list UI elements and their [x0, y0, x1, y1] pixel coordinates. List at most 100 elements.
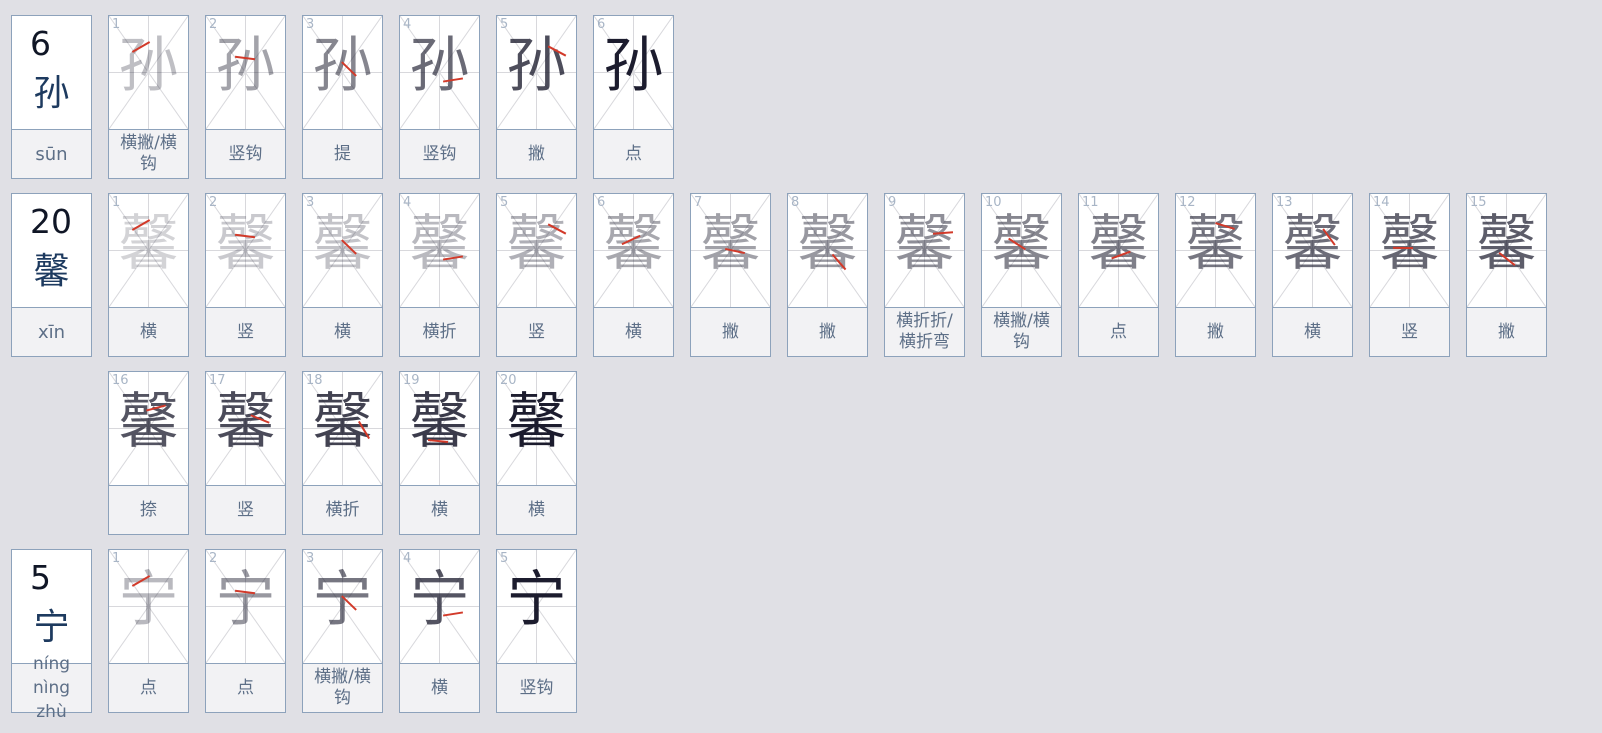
- step-number: 3: [306, 17, 315, 32]
- stroke-name-label: 撇: [1207, 321, 1224, 342]
- step-number: 5: [500, 551, 509, 566]
- partial-character-glyph: 馨: [118, 209, 179, 279]
- stroke-diagram: 7馨: [691, 194, 770, 308]
- step-number: 5: [500, 195, 509, 210]
- stroke-diagram: 19 馨: [400, 372, 479, 486]
- partial-character-glyph: 孙: [603, 31, 664, 101]
- partial-character-glyph: 馨: [506, 387, 567, 457]
- partial-character-glyph: 馨: [118, 387, 179, 457]
- stroke-diagram: 16 馨: [109, 372, 188, 486]
- step-number: 3: [306, 551, 315, 566]
- stroke-diagram: 1馨: [109, 194, 188, 308]
- partial-character-glyph: 馨: [215, 387, 276, 457]
- step-number: 1: [112, 551, 121, 566]
- stroke-name-label: 竖钩: [228, 143, 263, 164]
- stroke-step-card: 3 宁横撇/横钩: [302, 549, 383, 713]
- partial-character-glyph: 馨: [1379, 209, 1440, 279]
- stroke-name-label: 横: [431, 499, 448, 520]
- stroke-name-label: 横: [528, 499, 545, 520]
- stroke-step-card: 2宁点: [205, 549, 286, 713]
- stroke-diagram: 11 馨: [1079, 194, 1158, 308]
- stroke-step-card: 3馨横: [302, 193, 383, 357]
- stroke-diagram: 5馨: [497, 194, 576, 308]
- partial-character-glyph: 馨: [603, 209, 664, 279]
- stroke-name-label: 竖: [237, 321, 254, 342]
- stroke-count: 6: [30, 24, 51, 63]
- stroke-step-card: 2 孙竖钩: [205, 15, 286, 179]
- step-number: 1: [112, 17, 121, 32]
- stroke-diagram: 5宁: [497, 550, 576, 664]
- stroke-step-card: 17 馨竖: [205, 371, 286, 535]
- stroke-name-label: 竖: [237, 499, 254, 520]
- step-number: 12: [1179, 195, 1196, 210]
- partial-character-glyph: 馨: [991, 209, 1052, 279]
- current-stroke-mark: [1392, 246, 1414, 250]
- stroke-step-card: 3孙提: [302, 15, 383, 179]
- step-number: 2: [209, 551, 218, 566]
- stroke-name-label: 竖钩: [519, 677, 554, 698]
- stroke-name-label: 横折: [325, 499, 360, 520]
- stroke-name-label: 横: [1304, 321, 1321, 342]
- stroke-name-label: 横: [334, 321, 351, 342]
- step-number: 13: [1276, 195, 1293, 210]
- stroke-step-card: 13 馨横: [1272, 193, 1353, 357]
- partial-character-glyph: 馨: [506, 209, 567, 279]
- stroke-name-label: 撇: [528, 143, 545, 164]
- step-number: 14: [1373, 195, 1390, 210]
- step-number: 4: [403, 17, 412, 32]
- stroke-name-label: 点: [237, 677, 254, 698]
- stroke-diagram: 6孙: [594, 16, 673, 130]
- partial-character-glyph: 馨: [215, 209, 276, 279]
- stroke-step-card: 10 馨横撇/横钩: [981, 193, 1062, 357]
- stroke-step-card: 5孙撇: [496, 15, 577, 179]
- stroke-name-label: 提: [334, 143, 351, 164]
- stroke-name-label: 竖: [1401, 321, 1418, 342]
- stroke-name-label: 竖钩: [422, 143, 457, 164]
- stroke-name-label: 横: [625, 321, 642, 342]
- stroke-step-card: 2馨竖: [205, 193, 286, 357]
- partial-character-glyph: 宁: [506, 565, 567, 635]
- stroke-name-label: 撇: [1498, 321, 1515, 342]
- step-number: 6: [597, 195, 606, 210]
- partial-character-glyph: 馨: [797, 209, 858, 279]
- pinyin-label: xīn: [37, 321, 66, 343]
- partial-character-glyph: 馨: [312, 209, 373, 279]
- stroke-step-card: 14 馨竖: [1369, 193, 1450, 357]
- partial-character-glyph: 宁: [118, 565, 179, 635]
- step-number: 11: [1082, 195, 1099, 210]
- partial-character-glyph: 馨: [312, 387, 373, 457]
- stroke-name-label: 横: [140, 321, 157, 342]
- step-number: 6: [597, 17, 606, 32]
- partial-character-glyph: 孙: [118, 31, 179, 101]
- partial-character-glyph: 孙: [312, 31, 373, 101]
- stroke-diagram: 3孙: [303, 16, 382, 130]
- step-number: 1: [112, 195, 121, 210]
- stroke-name-label: 横撇/横钩: [120, 133, 177, 174]
- stroke-step-card: 6孙点: [593, 15, 674, 179]
- stroke-step-card: 11 馨点: [1078, 193, 1159, 357]
- partial-character-glyph: 馨: [894, 209, 955, 279]
- stroke-step-card: 12 馨撇: [1175, 193, 1256, 357]
- stroke-diagram: 2孙: [206, 16, 285, 130]
- stroke-step-card: 5 宁竖钩: [496, 549, 577, 713]
- character-glyph: 馨: [33, 251, 70, 292]
- stroke-name-label: 撇: [819, 321, 836, 342]
- step-number: 4: [403, 195, 412, 210]
- stroke-diagram: 1孙: [109, 16, 188, 130]
- stroke-diagram: 4宁: [400, 550, 479, 664]
- stroke-step-card: 5馨竖: [496, 193, 577, 357]
- partial-character-glyph: 宁: [215, 565, 276, 635]
- step-number: 20: [500, 373, 517, 388]
- stroke-step-card: 1馨横: [108, 193, 189, 357]
- step-number: 2: [209, 195, 218, 210]
- stroke-step-card: 4 孙竖钩: [399, 15, 480, 179]
- character-glyph: 宁: [33, 607, 70, 648]
- stroke-step-card: 8馨撇: [787, 193, 868, 357]
- stroke-step-card: 18 馨横折: [302, 371, 383, 535]
- stroke-step-card: 1宁点: [108, 549, 189, 713]
- character-header-pane: 20 馨: [12, 194, 91, 308]
- stroke-diagram: 12 馨: [1176, 194, 1255, 308]
- stroke-diagram: 20 馨: [497, 372, 576, 486]
- partial-character-glyph: 孙: [506, 31, 567, 101]
- partial-character-glyph: 馨: [1476, 209, 1537, 279]
